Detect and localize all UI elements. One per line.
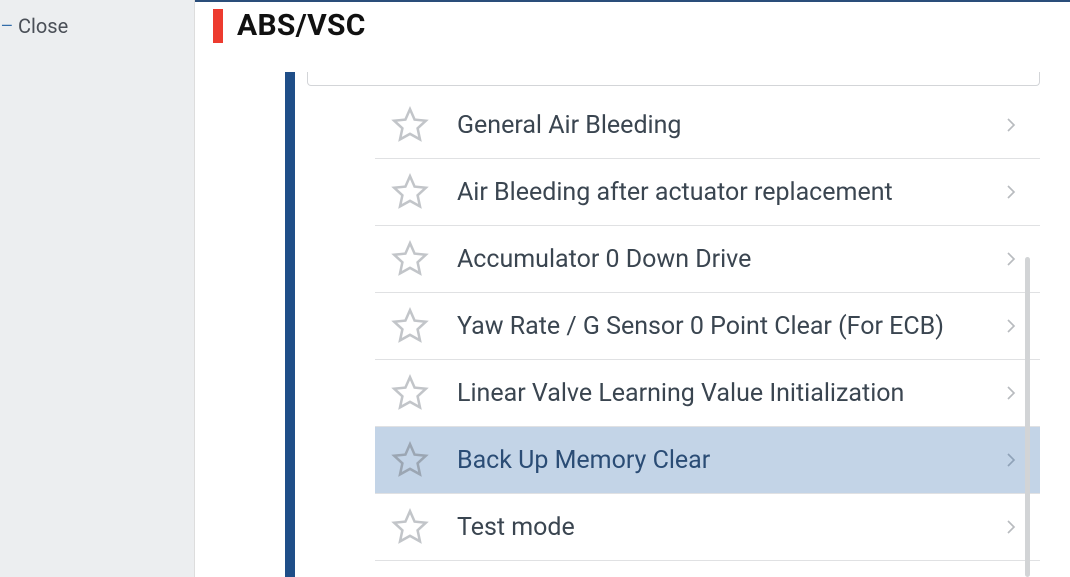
chevron-right-icon [1002, 312, 1020, 340]
list-item-label: General Air Bleeding [457, 111, 1002, 140]
list-item[interactable]: Test mode [375, 494, 1040, 561]
star-icon[interactable] [391, 106, 429, 144]
list-item[interactable]: Back Up Memory Clear [375, 427, 1040, 494]
header: ABS/VSC [195, 2, 1070, 61]
list-item-label: Air Bleeding after actuator replacement [457, 178, 1002, 207]
page-title: ABS/VSC [237, 8, 366, 43]
star-icon[interactable] [391, 173, 429, 211]
app-root: − Close ABS/VSC General Air Bleeding [0, 0, 1070, 577]
main-panel: ABS/VSC General Air Bleeding [195, 0, 1070, 577]
header-red-mark-icon [213, 9, 223, 43]
star-icon[interactable] [391, 374, 429, 412]
list-item[interactable]: Yaw Rate / G Sensor 0 Point Clear (For E… [375, 293, 1040, 360]
close-label: Close [18, 14, 68, 38]
star-icon[interactable] [391, 441, 429, 479]
close-button[interactable]: − Close [0, 0, 194, 38]
list-item[interactable]: Linear Valve Learning Value Initializati… [375, 360, 1040, 427]
close-dash-icon: − [0, 14, 10, 38]
list-item-label: Accumulator 0 Down Drive [457, 245, 1002, 274]
chevron-right-icon [1002, 446, 1020, 474]
chevron-right-icon [1002, 245, 1020, 273]
star-icon[interactable] [391, 307, 429, 345]
content-wrap: General Air Bleeding Air Bleeding after … [285, 72, 1040, 577]
chevron-right-icon [1002, 379, 1020, 407]
list-item-label: Test mode [457, 513, 1002, 542]
star-icon[interactable] [391, 508, 429, 546]
list-item-label: Back Up Memory Clear [457, 446, 1002, 475]
scrollbar[interactable] [1025, 257, 1030, 577]
list-item[interactable]: Air Bleeding after actuator replacement [375, 159, 1040, 226]
chevron-right-icon [1002, 513, 1020, 541]
list-item-label: Linear Valve Learning Value Initializati… [457, 379, 1002, 408]
star-icon[interactable] [391, 240, 429, 278]
chevron-right-icon [1002, 111, 1020, 139]
list-item-label: Yaw Rate / G Sensor 0 Point Clear (For E… [457, 312, 1002, 341]
list-item[interactable]: Accumulator 0 Down Drive [375, 226, 1040, 293]
previous-card-stub [307, 72, 1040, 86]
function-list[interactable]: General Air Bleeding Air Bleeding after … [375, 92, 1040, 577]
blue-track-icon [285, 72, 295, 577]
sidebar: − Close [0, 0, 195, 577]
chevron-right-icon [1002, 178, 1020, 206]
list-item[interactable]: General Air Bleeding [375, 92, 1040, 159]
